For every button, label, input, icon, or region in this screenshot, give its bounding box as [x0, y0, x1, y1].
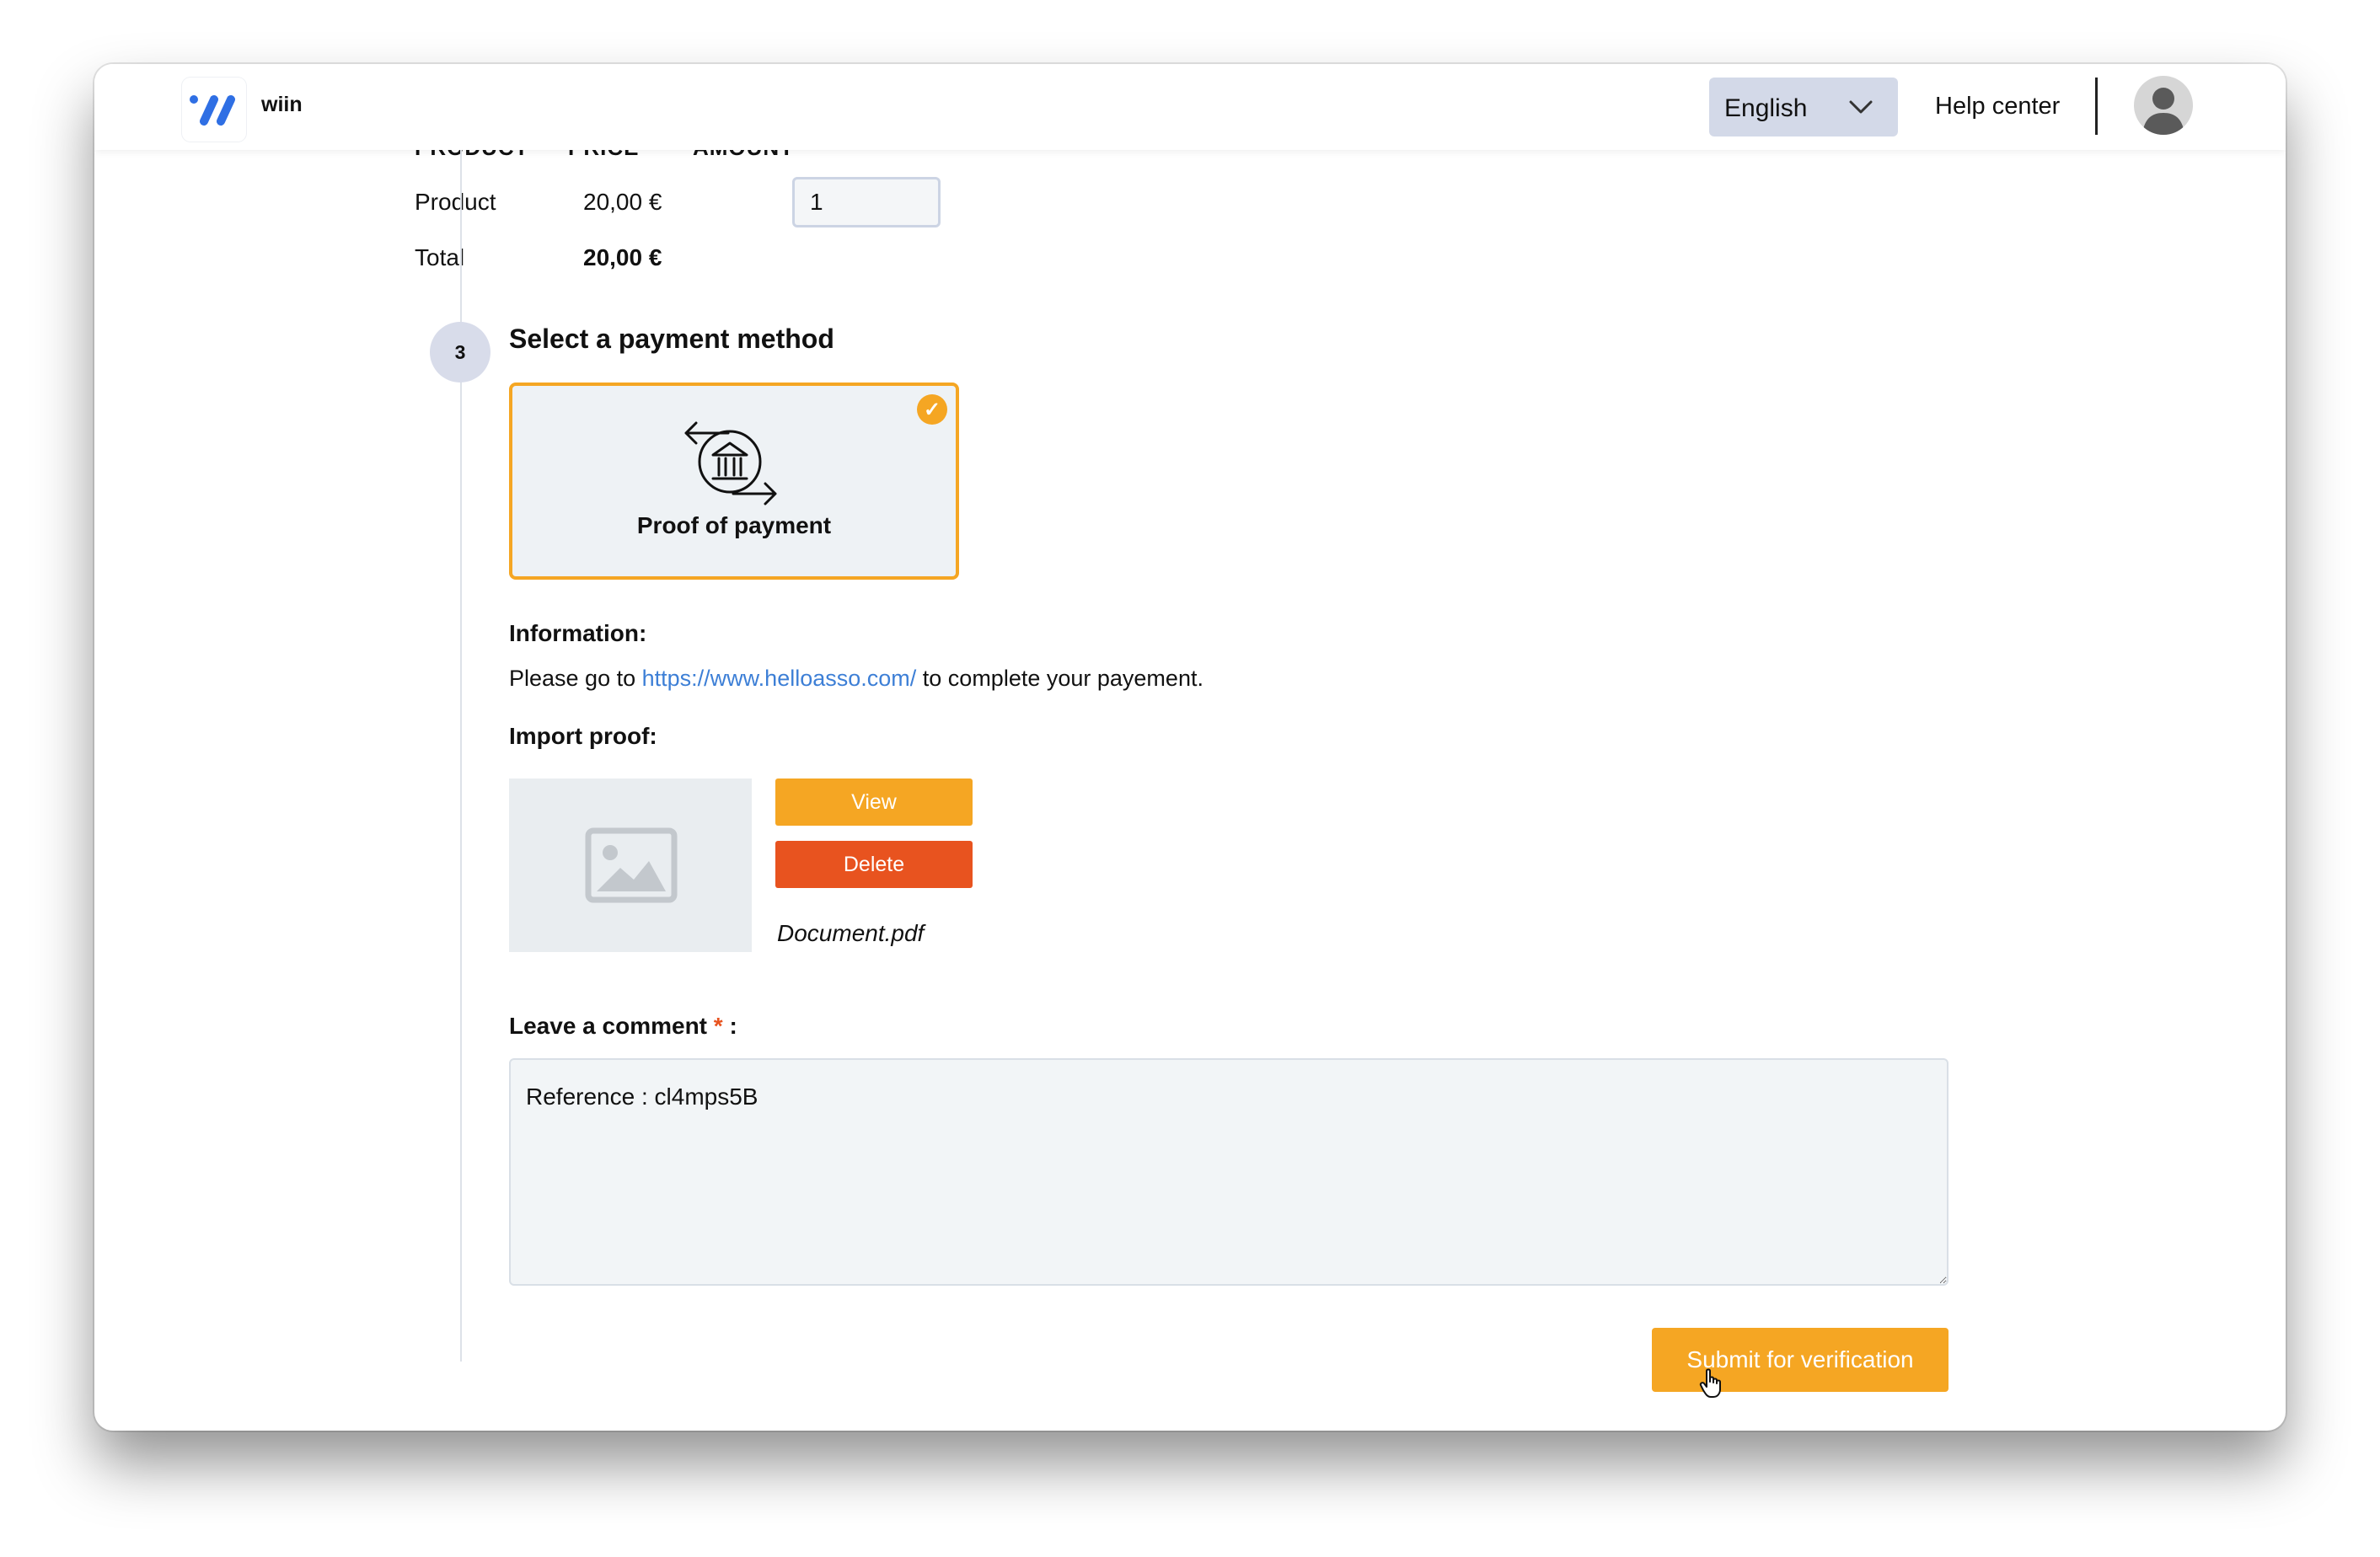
- helloasso-link[interactable]: https://www.helloasso.com/: [642, 666, 917, 691]
- comment-label-text: Leave a comment: [509, 1013, 707, 1039]
- comment-label-suffix: :: [729, 1013, 737, 1039]
- payment-method-label: Proof of payment: [636, 512, 832, 538]
- user-silhouette-icon: [2142, 88, 2184, 135]
- step-title: Select a payment method: [509, 324, 834, 354]
- brand-name: wiin: [261, 93, 303, 116]
- comment-textarea[interactable]: Reference : cl4mps5B: [509, 1058, 1948, 1286]
- submit-for-verification-button[interactable]: Submit for verification: [1652, 1328, 1948, 1392]
- user-avatar[interactable]: [2134, 76, 2193, 135]
- step-number-badge: 3: [430, 322, 490, 383]
- comment-label: Leave a comment * :: [509, 1013, 737, 1040]
- check-icon: ✓: [917, 394, 947, 425]
- hand-cursor-icon: [1699, 1368, 1724, 1403]
- information-label: Information:: [509, 620, 647, 646]
- browser-window: PRODUCT PRICE AMOUNT Product 20,00 € Tot…: [94, 64, 2286, 1431]
- proof-file-name: Document.pdf: [777, 920, 925, 946]
- delete-proof-button[interactable]: Delete: [775, 841, 973, 888]
- information-text-after: to complete your payement.: [922, 666, 1203, 691]
- import-proof-label: Import proof:: [509, 723, 657, 749]
- wiin-logo-icon: [190, 95, 235, 126]
- product-price: 20,00 €: [583, 189, 662, 215]
- amount-input[interactable]: [792, 177, 941, 227]
- information-text-before: Please go to: [509, 666, 636, 691]
- top-header: wiin English Help center: [94, 64, 2286, 150]
- language-selected: English: [1724, 94, 1808, 122]
- image-placeholder-icon: [585, 827, 678, 903]
- help-center-link[interactable]: Help center: [1935, 93, 2060, 120]
- wiin-logo[interactable]: [182, 78, 246, 142]
- view-proof-button[interactable]: View: [775, 778, 973, 826]
- required-marker: *: [713, 1013, 723, 1039]
- bank-transfer-icon: [681, 416, 782, 513]
- total-value: 20,00 €: [583, 244, 662, 270]
- language-select[interactable]: English: [1709, 78, 1898, 136]
- header-divider: [2095, 78, 2098, 135]
- chevron-down-icon: [1849, 100, 1873, 114]
- proof-thumbnail: [509, 778, 752, 952]
- total-label: Total: [415, 244, 465, 270]
- payment-method-card-proof[interactable]: Proof of payment ✓: [509, 383, 959, 580]
- product-name: Product: [415, 189, 496, 215]
- information-text: Please go to https://www.helloasso.com/ …: [509, 666, 1203, 692]
